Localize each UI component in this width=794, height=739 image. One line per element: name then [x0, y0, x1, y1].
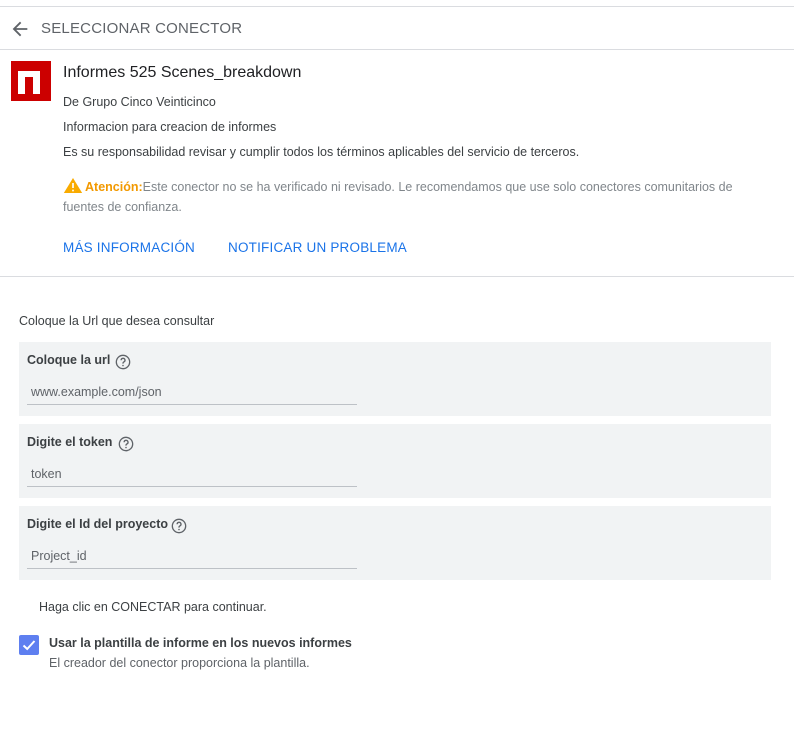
- template-checkbox[interactable]: [19, 635, 39, 655]
- page-title: SELECCIONAR CONECTOR: [41, 20, 243, 37]
- terms-notice: Es su responsabilidad revisar y cumplir …: [63, 145, 580, 159]
- connector-author: De Grupo Cinco Veinticinco: [63, 95, 216, 109]
- help-icon[interactable]: [118, 436, 134, 452]
- project-id-field-label: Digite el Id del proyecto: [27, 517, 168, 531]
- checkmark-icon: [22, 640, 36, 651]
- url-input[interactable]: [27, 379, 357, 405]
- warning-icon: [63, 178, 83, 193]
- back-arrow-icon[interactable]: [9, 18, 31, 40]
- token-field-label: Digite el token: [27, 435, 113, 449]
- url-field-label: Coloque la url: [27, 353, 111, 367]
- report-problem-link[interactable]: NOTIFICAR UN PROBLEMA: [228, 240, 407, 255]
- warning-message: Atención:Este conector no se ha verifica…: [63, 177, 763, 217]
- connector-info: Informes 525 Scenes_breakdown De Grupo C…: [0, 50, 794, 277]
- token-field-group: Digite el token: [19, 424, 771, 498]
- template-checkbox-label: Usar la plantilla de informe en los nuev…: [49, 636, 352, 650]
- template-checkbox-sublabel: El creador del conector proporciona la p…: [49, 656, 310, 670]
- connector-name: Informes 525 Scenes_breakdown: [63, 64, 302, 81]
- section-label: Coloque la Url que desea consultar: [19, 314, 215, 328]
- help-icon[interactable]: [115, 354, 131, 370]
- warning-label: Atención:: [85, 180, 143, 194]
- more-info-link[interactable]: MÁS INFORMACIÓN: [63, 240, 195, 255]
- warning-text: Este conector no se ha verificado ni rev…: [63, 180, 733, 214]
- help-icon[interactable]: [171, 518, 187, 534]
- connector-description: Informacion para creacion de informes: [63, 120, 277, 134]
- url-field-group: Coloque la url: [19, 342, 771, 416]
- project-id-input[interactable]: [27, 543, 357, 569]
- connect-hint: Haga clic en CONECTAR para continuar.: [39, 600, 267, 614]
- connector-logo-icon: [11, 61, 51, 101]
- project-id-field-group: Digite el Id del proyecto: [19, 506, 771, 580]
- token-input[interactable]: [27, 461, 357, 487]
- header-bar: SELECCIONAR CONECTOR: [0, 7, 794, 50]
